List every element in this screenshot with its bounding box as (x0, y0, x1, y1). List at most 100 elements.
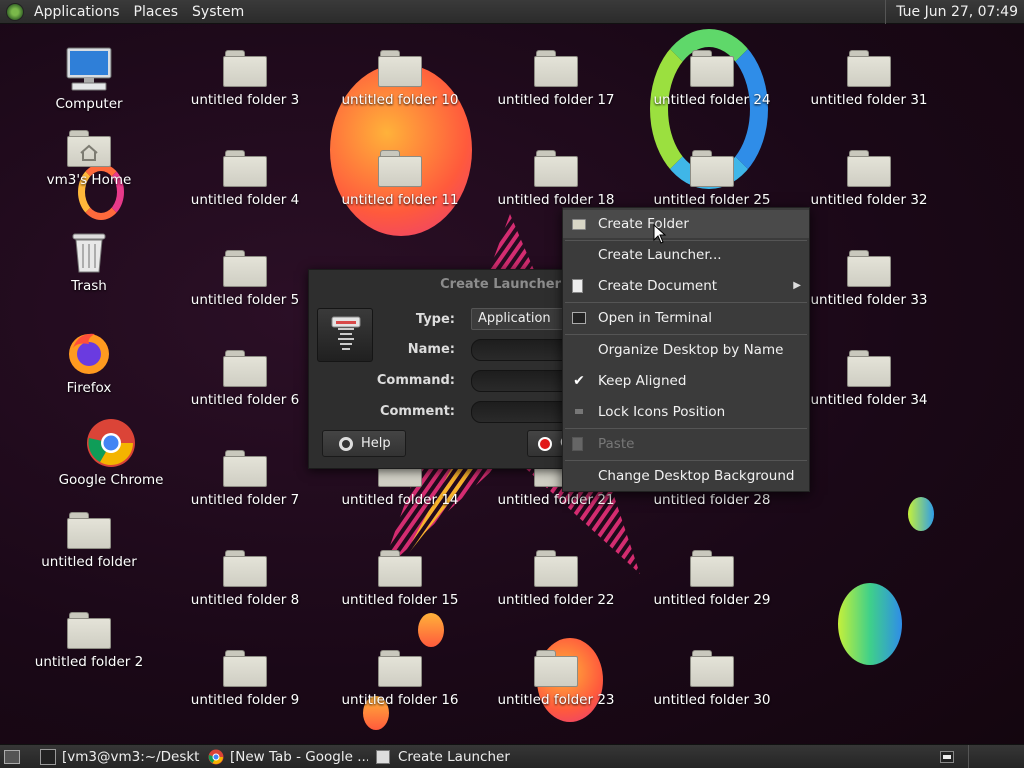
folder-icon (378, 650, 422, 688)
desktop-context-menu: Create Folder Create Launcher... Create … (562, 207, 810, 492)
menu-item-label: Change Desktop Background (598, 468, 795, 484)
folder-icon (378, 550, 422, 588)
folder-icon (847, 250, 891, 288)
firefox-icon (69, 333, 109, 374)
desktop-icon-label: Firefox (66, 380, 112, 396)
launcher-icon (376, 750, 390, 764)
dialog-title[interactable]: Create Launcher (309, 270, 569, 300)
folder-label: untitled folder 10 (341, 92, 459, 108)
help-button[interactable]: Help (322, 430, 406, 457)
menu-organize-desktop[interactable]: Organize Desktop by Name (563, 336, 809, 364)
folder-icon (690, 150, 734, 188)
desktop-folder[interactable]: untitled folder 8 (170, 550, 320, 608)
desktop-icon-computer[interactable]: Computer (14, 46, 164, 112)
menu-item-label: Organize Desktop by Name (598, 342, 784, 358)
desktop-icon-chrome[interactable]: Google Chrome (36, 418, 186, 488)
menu-places[interactable]: Places (127, 0, 186, 24)
menu-item-label: Create Document (598, 278, 718, 294)
menu-open-terminal[interactable]: Open in Terminal (563, 304, 809, 332)
folder-label: untitled folder 25 (653, 192, 771, 208)
folder-icon (223, 550, 267, 588)
folder-icon (534, 650, 578, 688)
terminal-icon (40, 749, 56, 765)
folder-label: untitled folder 34 (810, 392, 928, 408)
desktop-icon-label: vm3's Home (46, 172, 132, 188)
taskbar-chrome[interactable]: [New Tab - Google ... (208, 745, 368, 768)
menu-separator (565, 460, 807, 461)
folder-label: untitled folder 3 (190, 92, 300, 108)
show-desktop-icon[interactable] (4, 750, 20, 764)
menu-system[interactable]: System (185, 0, 251, 24)
menu-create-document[interactable]: Create Document ▶ (563, 272, 809, 300)
folder-label: untitled folder 22 (497, 592, 615, 608)
create-launcher-dialog: Create Launcher Type: Application Name: … (308, 269, 581, 469)
folder-icon (690, 650, 734, 688)
workspace-switcher[interactable] (940, 751, 954, 763)
desktop-folder[interactable]: untitled folder 17 (481, 50, 631, 108)
desktop-folder[interactable]: untitled folder 9 (170, 650, 320, 708)
desktop-folder[interactable]: untitled folder 2 (14, 612, 164, 670)
menu-keep-aligned[interactable]: ✔ Keep Aligned (563, 367, 809, 395)
desktop-folder[interactable]: untitled folder 18 (481, 150, 631, 208)
desktop-folder[interactable]: untitled folder 29 (637, 550, 787, 608)
chrome-icon (208, 749, 224, 765)
folder-label: untitled folder 16 (341, 692, 459, 708)
desktop-folder[interactable]: untitled folder 33 (794, 250, 944, 308)
menu-item-label: Create Folder (598, 216, 689, 232)
folder-icon (67, 612, 111, 650)
desktop-folder[interactable]: untitled folder 5 (170, 250, 320, 308)
folder-label: untitled folder 15 (341, 592, 459, 608)
menu-lock-icons[interactable]: Lock Icons Position (563, 398, 809, 426)
folder-icon (223, 250, 267, 288)
folder-label: untitled folder 4 (190, 192, 300, 208)
desktop-folder[interactable]: untitled folder 23 (481, 650, 631, 708)
workspace-switcher-2[interactable] (968, 745, 1024, 768)
menu-applications[interactable]: Applications (27, 0, 127, 24)
desktop-folder[interactable]: untitled folder 32 (794, 150, 944, 208)
desktop-folder[interactable]: untitled folder 25 (637, 150, 787, 208)
desktop-folder[interactable]: untitled folder 6 (170, 350, 320, 408)
cancel-button[interactable]: C (527, 430, 569, 457)
desktop-folder[interactable]: untitled folder 4 (170, 150, 320, 208)
checkmark-icon: ✔ (573, 373, 585, 389)
terminal-icon (572, 312, 586, 324)
desktop-folder[interactable]: untitled folder 22 (481, 550, 631, 608)
desktop-folder[interactable]: untitled folder 15 (325, 550, 475, 608)
desktop-icon-firefox[interactable]: Firefox (14, 328, 164, 396)
folder-icon (67, 512, 111, 550)
folder-label: untitled folder (41, 554, 137, 570)
trash-icon (72, 233, 106, 273)
clock[interactable]: Tue Jun 27, 07:49 (885, 0, 1024, 24)
launcher-icon-button[interactable] (317, 308, 373, 362)
desktop-folder[interactable]: untitled folder 30 (637, 650, 787, 708)
desktop-icon-trash[interactable]: Trash (14, 230, 164, 294)
desktop-folder[interactable]: untitled folder 10 (325, 50, 475, 108)
desktop-folder[interactable]: untitled folder 34 (794, 350, 944, 408)
desktop-icon-home[interactable]: vm3's Home (14, 130, 164, 188)
desktop-folder[interactable]: untitled folder 24 (637, 50, 787, 108)
desktop-folder[interactable]: untitled folder 31 (794, 50, 944, 108)
distro-logo-icon[interactable] (6, 2, 24, 21)
taskbar-create-launcher[interactable]: Create Launcher (376, 745, 536, 768)
menu-separator (565, 334, 807, 335)
desktop-folder[interactable]: untitled folder 7 (170, 450, 320, 508)
menu-create-folder[interactable]: Create Folder (563, 210, 809, 238)
desktop-folder[interactable]: untitled folder 3 (170, 50, 320, 108)
folder-label: untitled folder 17 (497, 92, 615, 108)
desktop-folder[interactable]: untitled folder 16 (325, 650, 475, 708)
comment-label: Comment: (379, 404, 455, 419)
chrome-icon (87, 419, 135, 467)
menu-paste: Paste (563, 430, 809, 458)
folder-label: untitled folder 31 (810, 92, 928, 108)
top-panel: Applications Places System Tue Jun 27, 0… (0, 0, 1024, 24)
menu-item-label: Create Launcher... (598, 247, 722, 263)
desktop-folder[interactable]: untitled folder (14, 512, 164, 570)
menu-create-launcher[interactable]: Create Launcher... (563, 241, 809, 269)
desktop-folder[interactable]: untitled folder 11 (325, 150, 475, 208)
taskbar-terminal[interactable]: [vm3@vm3:~/Deskt... (40, 745, 200, 768)
menu-change-background[interactable]: Change Desktop Background (563, 462, 809, 490)
desktop-icon-label: Computer (55, 96, 123, 112)
task-label: [vm3@vm3:~/Deskt... (62, 749, 200, 765)
folder-label: untitled folder 28 (653, 492, 771, 508)
wallpaper-small-oval (908, 497, 934, 531)
